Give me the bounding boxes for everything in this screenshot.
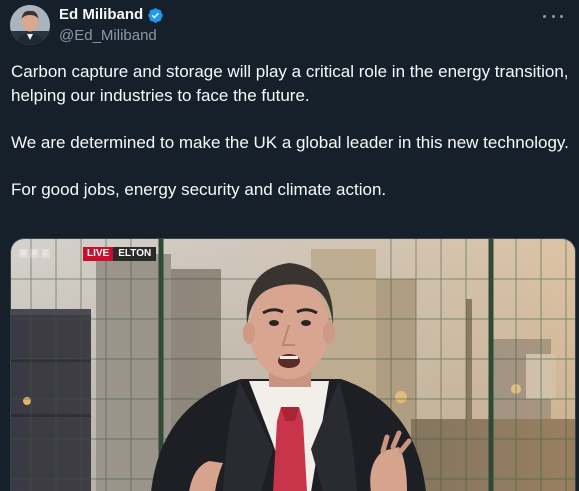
tweet-paragraph: For good jobs, energy security and clima… <box>11 179 387 199</box>
avatar-image <box>10 5 50 45</box>
broadcaster-logo-letter: C <box>41 249 50 258</box>
verified-badge-icon[interactable] <box>147 7 164 24</box>
live-label: LIVE <box>83 247 114 261</box>
tweet-paragraph: Carbon capture and storage will play a c… <box>11 62 569 105</box>
live-badge: LIVE ELTON <box>83 247 157 261</box>
location-label: ELTON <box>113 247 157 261</box>
tweet: Ed Miliband @Ed_Miliband Carbon capture … <box>0 0 579 491</box>
author-handle[interactable]: @Ed_Miliband <box>59 26 164 46</box>
tweet-text: Carbon capture and storage will play a c… <box>11 60 571 201</box>
broadcaster-logo-letter: B <box>19 249 28 258</box>
broadcaster-logo: B B C <box>19 249 50 258</box>
name-row: Ed Miliband <box>59 5 164 25</box>
more-options-icon[interactable] <box>543 8 563 24</box>
avatar[interactable] <box>10 5 50 45</box>
broadcaster-logo-letter: B <box>30 249 39 258</box>
video-frame <box>11 239 575 491</box>
author-block: Ed Miliband @Ed_Miliband <box>59 5 164 46</box>
tweet-media-video[interactable]: B B C LIVE ELTON <box>10 238 576 491</box>
tweet-paragraph: We are determined to make the UK a globa… <box>11 132 569 152</box>
author-name[interactable]: Ed Miliband <box>59 5 143 25</box>
